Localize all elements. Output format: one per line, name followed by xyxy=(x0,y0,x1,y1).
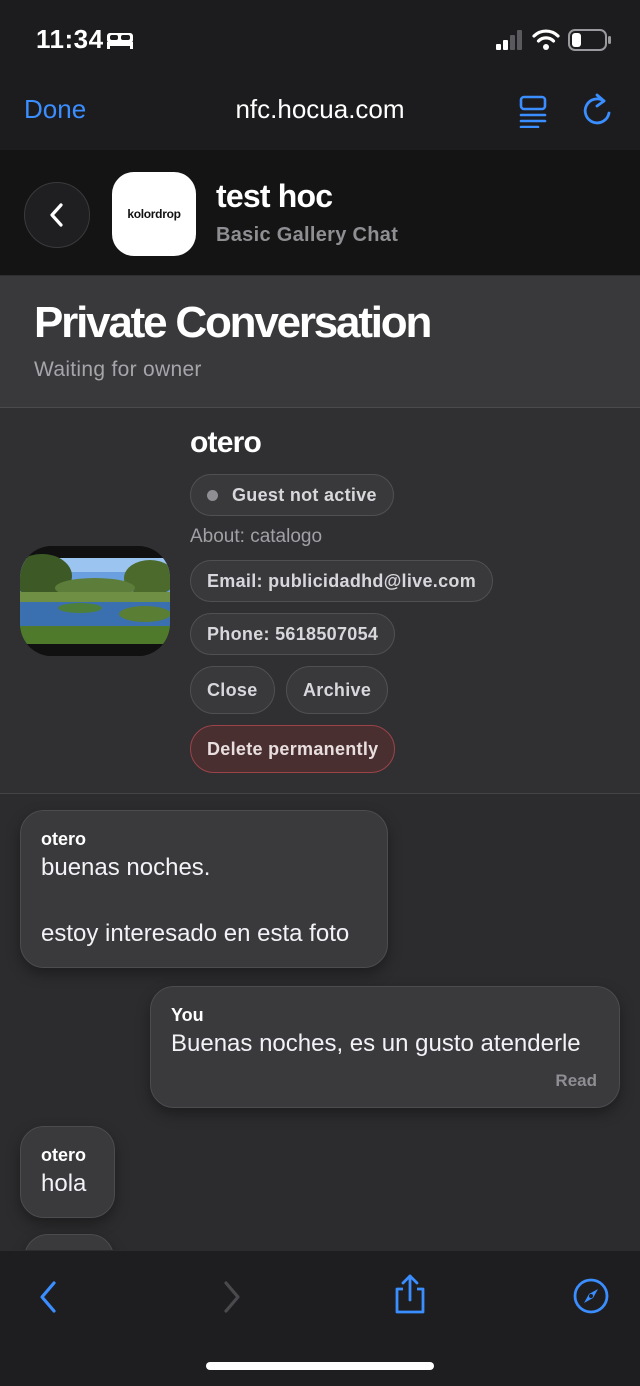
message-text: buenas noches. estoy interesado en esta … xyxy=(41,854,350,947)
conversation-header: Private Conversation Waiting for owner xyxy=(0,276,640,408)
close-label: Close xyxy=(207,679,258,700)
status-time: 11:34 xyxy=(36,24,104,54)
chevron-left-icon xyxy=(50,203,63,227)
message-text: Buenas noches, es un gusto atenderle xyxy=(171,1030,581,1057)
delete-permanently-button[interactable]: Delete permanently xyxy=(190,725,396,773)
archive-label: Archive xyxy=(303,679,372,700)
status-bar: 11:34 xyxy=(0,0,640,80)
phone-text: Phone: 5618507054 xyxy=(207,623,379,644)
message-bubble-incoming[interactable]: otero hola xyxy=(20,1126,115,1218)
chat-subtitle: Basic Gallery Chat xyxy=(216,224,399,246)
message-bubble-incoming[interactable]: otero buenas noches. estoy interesado en… xyxy=(20,810,388,968)
guest-photo[interactable] xyxy=(20,546,170,656)
guest-name: otero xyxy=(190,426,262,459)
chat-header: kolordrop test hoc Basic Gallery Chat xyxy=(0,150,640,276)
archive-button[interactable]: Archive xyxy=(286,666,389,714)
guest-about: About: catalogo xyxy=(190,526,323,547)
back-icon[interactable] xyxy=(36,1279,60,1315)
home-indicator[interactable] xyxy=(206,1362,434,1370)
main-content[interactable]: Private Conversation Waiting for owner o… xyxy=(0,276,640,1250)
guest-status-badge: Guest not active xyxy=(190,474,394,516)
forward-icon xyxy=(224,1281,240,1313)
url-text[interactable]: nfc.hocua.com xyxy=(235,94,404,124)
done-button[interactable]: Done xyxy=(24,94,86,125)
back-button[interactable] xyxy=(24,182,90,248)
logo-text: kolordrop xyxy=(127,207,181,221)
share-icon[interactable] xyxy=(392,1273,428,1315)
landscape-photo xyxy=(20,546,170,656)
message-author: otero xyxy=(41,829,86,849)
guest-status-text: Guest not active xyxy=(232,484,377,505)
delete-label: Delete permanently xyxy=(207,738,379,759)
browser-header: Done nfc.hocua.com xyxy=(0,80,640,150)
bed-icon xyxy=(107,33,133,49)
phone-pill[interactable]: Phone: 5618507054 xyxy=(190,613,396,655)
message-author: You xyxy=(171,1005,204,1025)
email-text: Email: publicidadhd@live.com xyxy=(207,570,476,591)
page-title: Private Conversation xyxy=(34,298,432,347)
message-bubble-partial[interactable] xyxy=(24,1234,114,1250)
signal-icon xyxy=(496,30,522,50)
battery-icon xyxy=(568,29,611,51)
message-text: hola xyxy=(41,1170,87,1197)
guest-profile: otero Guest not active About: catalogo E… xyxy=(0,408,640,794)
compass-icon[interactable] xyxy=(572,1277,610,1315)
read-receipt: Read xyxy=(555,1071,597,1090)
wifi-icon xyxy=(532,29,560,50)
conversation-status: Waiting for owner xyxy=(34,358,202,381)
status-dot-icon xyxy=(207,489,218,501)
email-pill[interactable]: Email: publicidadhd@live.com xyxy=(190,560,493,602)
close-button[interactable]: Close xyxy=(190,666,275,714)
message-author: otero xyxy=(41,1145,86,1165)
reload-icon[interactable] xyxy=(580,92,614,128)
message-bubble-outgoing[interactable]: You Buenas noches, es un gusto atenderle… xyxy=(150,986,620,1108)
reader-icon[interactable] xyxy=(516,94,550,128)
gallery-logo: kolordrop xyxy=(112,172,196,256)
chat-title: test hoc xyxy=(216,178,333,214)
